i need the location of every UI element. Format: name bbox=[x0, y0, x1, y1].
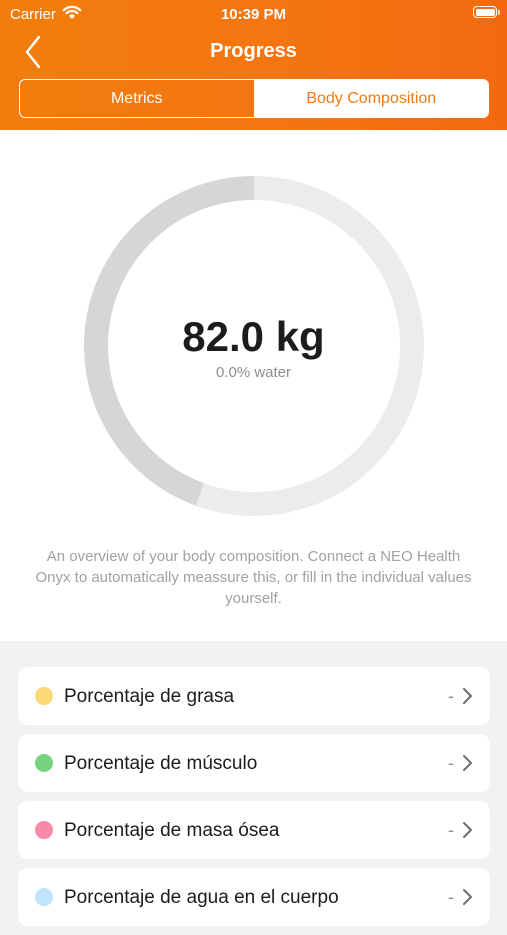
weight-value: 82.0 kg bbox=[182, 313, 325, 360]
status-bar: Carrier 10:39 PM bbox=[0, 0, 507, 30]
tab-metrics[interactable]: Metrics bbox=[20, 80, 255, 117]
metric-row-bone[interactable]: Porcentaje de masa ósea - bbox=[18, 801, 490, 859]
muscle-color-dot bbox=[35, 754, 53, 772]
status-time: 10:39 PM bbox=[220, 6, 287, 23]
metric-value: - bbox=[448, 753, 454, 773]
water-color-dot bbox=[35, 888, 53, 906]
metric-row-water[interactable]: Porcentaje de agua en el cuerpo - bbox=[18, 868, 490, 926]
metric-list: Porcentaje de grasa - Porcentaje de músc… bbox=[18, 667, 490, 935]
bone-color-dot bbox=[35, 821, 53, 839]
chevron-right-icon bbox=[463, 889, 472, 905]
metric-value: - bbox=[448, 686, 454, 706]
tab-body-composition[interactable]: Body Composition bbox=[254, 80, 488, 117]
metric-label: Porcentaje de agua en el cuerpo bbox=[64, 887, 339, 908]
metric-label: Porcentaje de masa ósea bbox=[64, 820, 280, 841]
fat-color-dot bbox=[35, 687, 53, 705]
metric-value: - bbox=[448, 820, 454, 840]
body-composition-overview: 82.0 kg 0.0% water An overview of your b… bbox=[0, 130, 507, 641]
page-title: Progress bbox=[210, 40, 297, 62]
battery-icon bbox=[473, 6, 500, 18]
metric-value: - bbox=[448, 887, 454, 907]
segmented-control: Metrics Body Composition bbox=[19, 79, 489, 118]
ring-segment-bone bbox=[253, 176, 352, 227]
chevron-right-icon bbox=[463, 688, 472, 704]
chevron-right-icon bbox=[463, 822, 472, 838]
water-percentage: 0.0% water bbox=[215, 364, 292, 381]
metric-label: Porcentaje de músculo bbox=[64, 753, 258, 774]
metric-label: Porcentaje de grasa bbox=[64, 686, 235, 707]
navigation-header: Carrier 10:39 PM Progress Metrics Body C… bbox=[0, 0, 507, 130]
chevron-right-icon bbox=[463, 755, 472, 771]
metric-row-fat[interactable]: Porcentaje de grasa - bbox=[18, 667, 490, 725]
metric-row-muscle[interactable]: Porcentaje de músculo - bbox=[18, 734, 490, 792]
overview-description: An overview of your body composition. Co… bbox=[35, 548, 472, 607]
